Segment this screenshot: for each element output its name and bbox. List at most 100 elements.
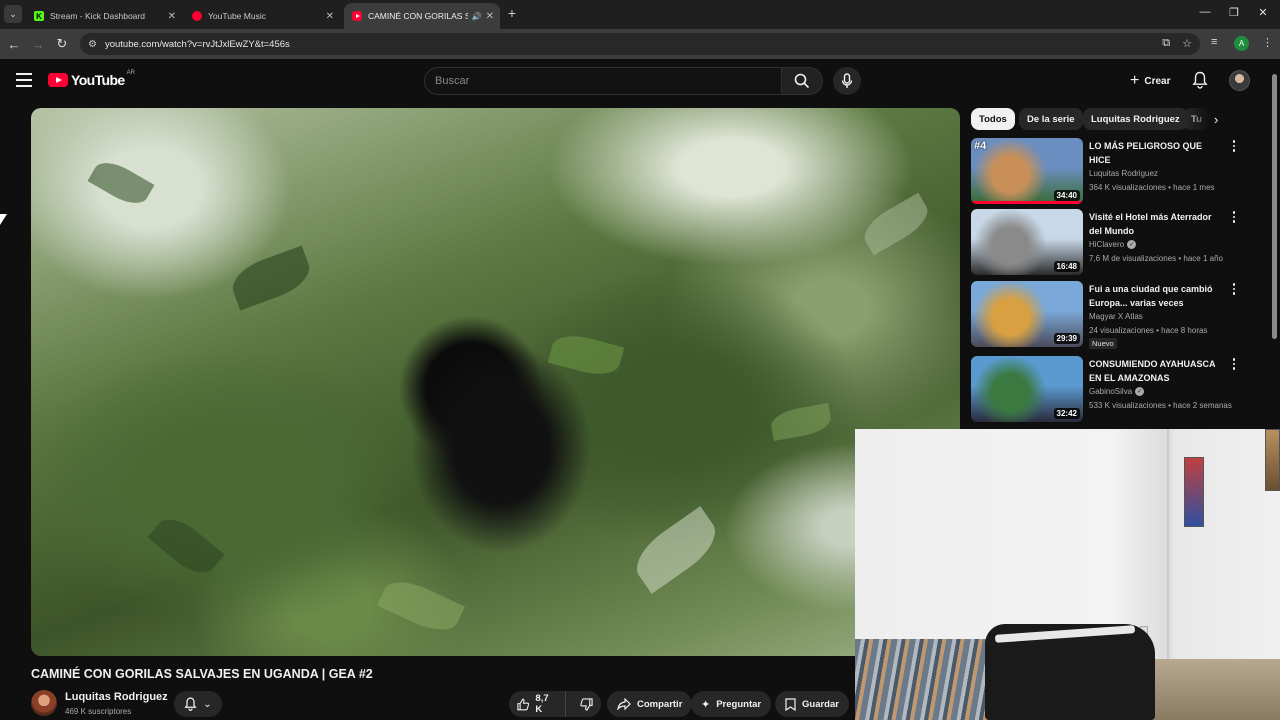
channel-name: HiClavero xyxy=(1089,240,1125,249)
notifications-button[interactable] xyxy=(1192,71,1208,94)
recommended-channel[interactable]: GabinoSilva ✓ xyxy=(1089,387,1145,396)
foliage xyxy=(857,192,935,256)
close-icon[interactable]: ✕ xyxy=(168,11,176,22)
youtube-logo[interactable]: YouTube AR xyxy=(48,70,135,88)
duration-badge: 29:39 xyxy=(1053,333,1080,344)
search-input[interactable] xyxy=(424,67,782,95)
youtube-music-icon xyxy=(192,11,202,21)
watch-progress-bar xyxy=(971,201,1083,204)
new-tab-plus-icon[interactable]: + xyxy=(504,5,520,21)
media-queue-icon[interactable]: ≡ xyxy=(1211,36,1217,48)
create-button[interactable]: + Crear xyxy=(1122,68,1178,94)
url-text: youtube.com/watch?v=rvJtJxlEwZY&t=456s xyxy=(104,38,290,50)
more-options-icon[interactable] xyxy=(1229,358,1239,370)
recommended-title[interactable]: Fui a una ciudad que cambió Europa... va… xyxy=(1089,282,1223,310)
thumbs-down-icon xyxy=(580,697,593,711)
bookmark-icon xyxy=(785,697,796,711)
browser-profile-avatar[interactable]: A xyxy=(1234,36,1249,51)
subscription-notifications-button[interactable]: ⌄ xyxy=(174,691,222,717)
youtube-icon xyxy=(352,11,362,21)
duration-badge: 32:42 xyxy=(1053,408,1080,419)
back-arrow-icon[interactable]: ← xyxy=(6,36,22,52)
mouse-cursor-icon xyxy=(0,214,7,225)
chip-todos[interactable]: Todos xyxy=(971,108,1015,130)
tab-search-dropdown-icon[interactable]: ⌄ xyxy=(4,5,22,23)
channel-avatar[interactable] xyxy=(31,690,57,716)
recommended-video[interactable]: 29:39 Fui a una ciudad que cambió Europa… xyxy=(971,281,1251,349)
channel-name: GabinoSilva xyxy=(1089,387,1133,396)
browser-toolbar: ← → ↻ ⚙ youtube.com/watch?v=rvJtJxlEwZY&… xyxy=(0,29,1280,59)
foliage xyxy=(87,155,155,211)
more-options-icon[interactable] xyxy=(1229,140,1239,152)
chip-de-la-serie[interactable]: De la serie xyxy=(1019,108,1083,130)
voice-search-button[interactable] xyxy=(833,67,861,95)
recommended-video[interactable]: 16:48 Visité el Hotel más Aterrador del … xyxy=(971,209,1251,277)
video-thumbnail[interactable]: 16:48 xyxy=(971,209,1083,275)
tab-youtube-music[interactable]: YouTube Music ✕ xyxy=(184,3,340,29)
video-thumbnail[interactable]: #4 34:40 xyxy=(971,138,1083,204)
recommended-meta: 7,6 M de visualizaciones • hace 1 año xyxy=(1089,254,1223,263)
browser-tab-bar: ⌄ K Stream - Kick Dashboard ✕ YouTube Mu… xyxy=(0,0,1280,29)
recommended-video[interactable]: #4 34:40 LO MÁS PELIGROSO QUE HICE EN MI… xyxy=(971,138,1251,206)
recommended-title[interactable]: CONSUMIENDO AYAHUASCA EN EL AMAZONAS xyxy=(1089,357,1223,385)
reload-icon[interactable]: ↻ xyxy=(54,36,70,52)
page-scrollbar[interactable] xyxy=(1270,64,1278,344)
duration-badge: 16:48 xyxy=(1053,261,1080,272)
address-bar[interactable]: ⚙ youtube.com/watch?v=rvJtJxlEwZY&t=456s xyxy=(80,33,1200,55)
more-options-icon[interactable] xyxy=(1229,211,1239,223)
video-player[interactable] xyxy=(31,108,960,656)
video-thumbnail[interactable]: 32:42 xyxy=(971,356,1083,422)
recommended-channel[interactable]: Magyar X Atlas xyxy=(1089,312,1143,321)
minimize-icon[interactable]: — xyxy=(1197,6,1213,18)
tab-kick-dashboard[interactable]: K Stream - Kick Dashboard ✕ xyxy=(26,3,182,29)
video-title: CAMINÉ CON GORILAS SALVAJES EN UGANDA | … xyxy=(31,667,373,681)
account-avatar[interactable] xyxy=(1229,70,1250,91)
install-app-icon[interactable]: ⧉ xyxy=(1162,37,1170,50)
youtube-play-logo-icon xyxy=(48,73,68,87)
recommended-title[interactable]: Visité el Hotel más Aterrador del Mundo xyxy=(1089,210,1223,238)
hamburger-menu-icon[interactable] xyxy=(16,73,32,87)
black-shirt xyxy=(985,624,1155,720)
ask-button[interactable]: ✦ Preguntar xyxy=(691,691,772,717)
more-options-icon[interactable] xyxy=(1229,283,1239,295)
foliage xyxy=(226,245,316,311)
dislike-button[interactable] xyxy=(572,691,601,717)
logo-text: YouTube xyxy=(71,72,125,88)
recommended-channel[interactable]: HiClavero ✓ xyxy=(1089,240,1137,249)
wall-poster xyxy=(1184,457,1204,527)
thumbnail-overlay-text: #4 xyxy=(974,140,987,152)
recommended-title[interactable]: LO MÁS PELIGROSO QUE HICE EN MI VIDA - S… xyxy=(1089,139,1223,167)
bell-icon xyxy=(1192,71,1208,89)
chip-luquitas-rodriguez[interactable]: Luquitas Rodriguez xyxy=(1083,108,1188,130)
bell-icon xyxy=(184,697,197,711)
site-info-icon[interactable]: ⚙ xyxy=(88,39,97,50)
bookmark-star-icon[interactable]: ☆ xyxy=(1182,37,1192,50)
search-button[interactable] xyxy=(781,67,823,95)
video-thumbnail[interactable]: 29:39 xyxy=(971,281,1083,347)
tab-title: Stream - Kick Dashboard xyxy=(50,11,145,21)
forward-arrow-icon[interactable]: → xyxy=(30,36,46,52)
channel-name[interactable]: Luquitas Rodriguez xyxy=(65,691,168,703)
thumbs-up-icon xyxy=(517,698,530,710)
save-button[interactable]: Guardar xyxy=(775,691,849,717)
restore-icon[interactable]: ❐ xyxy=(1226,6,1242,19)
share-arrow-icon xyxy=(617,698,631,710)
kick-icon: K xyxy=(34,11,44,21)
chevron-right-icon[interactable]: › xyxy=(1214,112,1218,127)
recommended-channel[interactable]: Luquitas Rodriguez xyxy=(1089,169,1158,178)
share-button[interactable]: Compartir xyxy=(607,691,693,717)
recommended-meta: 364 K visualizaciones • hace 1 mes xyxy=(1089,183,1215,192)
channel-name: Magyar X Atlas xyxy=(1089,312,1143,321)
wall-poster xyxy=(1265,429,1280,491)
verified-check-icon: ✓ xyxy=(1127,240,1137,249)
verified-check-icon: ✓ xyxy=(1135,387,1145,396)
close-icon[interactable]: ✕ xyxy=(326,11,334,22)
window-close-icon[interactable]: ✕ xyxy=(1255,6,1271,19)
like-button[interactable]: 8,7 K xyxy=(509,691,567,717)
close-icon[interactable]: ✕ xyxy=(486,11,494,22)
speaker-icon[interactable]: 🔊 xyxy=(472,12,482,21)
browser-menu-icon[interactable]: ⋮ xyxy=(1262,36,1273,49)
tab-active-video[interactable]: CAMINÉ CON GORILAS SAL 🔊 ✕ xyxy=(344,3,500,29)
sparkle-icon: ✦ xyxy=(701,698,711,711)
recommended-video[interactable]: 32:42 CONSUMIENDO AYAHUASCA EN EL AMAZON… xyxy=(971,356,1251,424)
